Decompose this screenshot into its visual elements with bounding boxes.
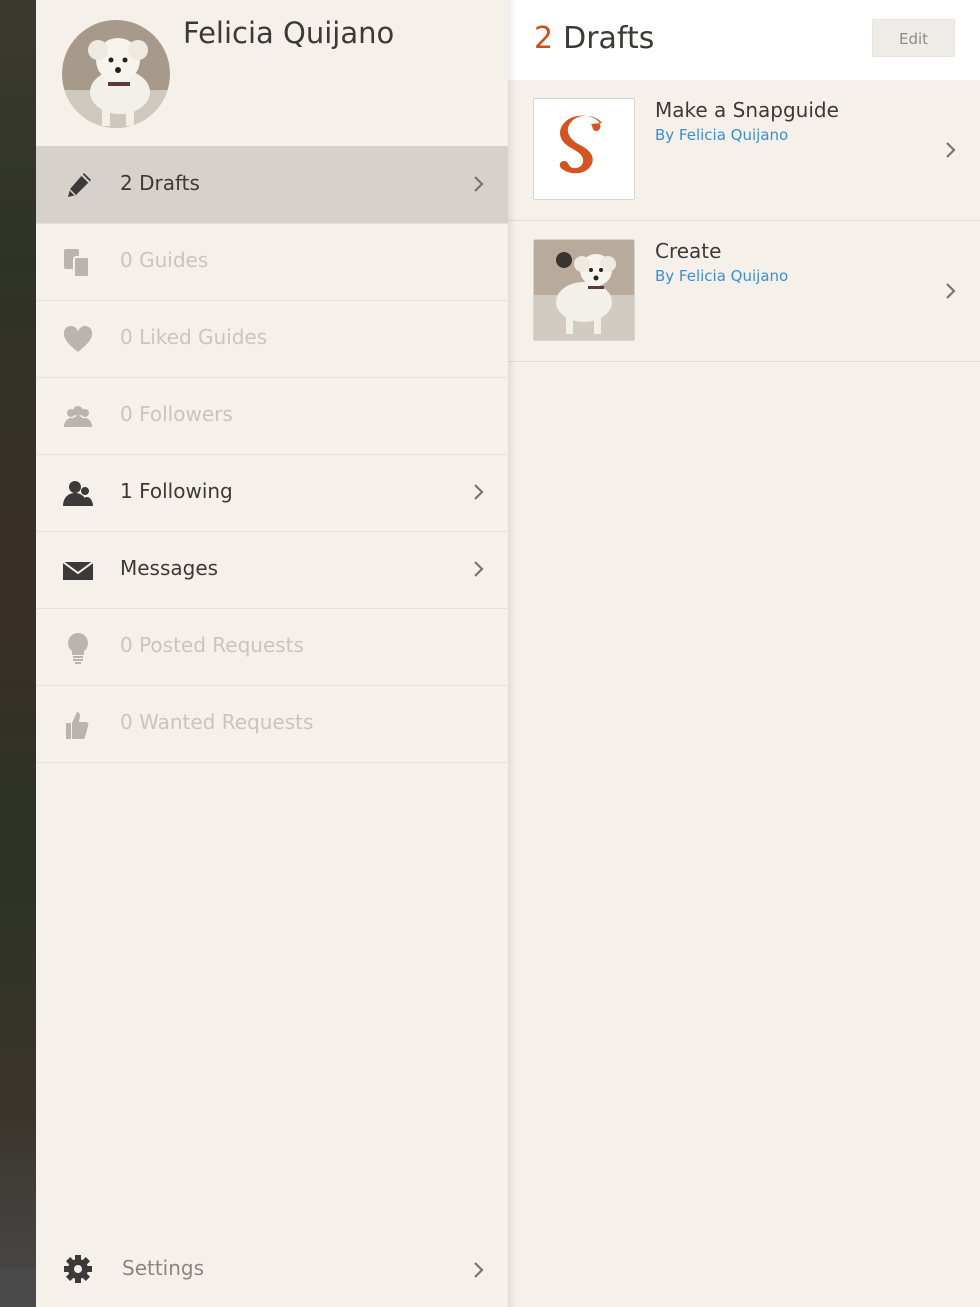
background-photo-strip xyxy=(0,0,36,1307)
profile-name: Felicia Quijano xyxy=(183,16,395,50)
sidebar-item-followers[interactable]: 0 Followers xyxy=(36,377,508,454)
sidebar-item-settings[interactable]: Settings xyxy=(36,1231,508,1307)
guides-icon xyxy=(62,247,94,279)
thumbs-up-icon xyxy=(62,709,94,741)
draft-item[interactable]: Make a Snapguide By Felicia Quijano xyxy=(508,80,980,221)
profile-sidebar: Felicia Quijano 2 Drafts 0 Guides 0 Like… xyxy=(36,0,508,1307)
drafts-panel: 2 Drafts Edit Make a Snapguide By Felicia… xyxy=(508,0,980,1307)
sidebar-item-label: 2 Drafts xyxy=(120,171,200,195)
followers-icon xyxy=(62,401,94,433)
sidebar-item-wanted-requests[interactable]: 0 Wanted Requests xyxy=(36,685,508,762)
drafts-count: 2 xyxy=(534,21,554,56)
draft-title: Make a Snapguide xyxy=(655,98,839,122)
draft-item[interactable]: Create By Felicia Quijano xyxy=(508,221,980,362)
settings-label: Settings xyxy=(122,1256,205,1280)
drafts-header: 2 Drafts Edit xyxy=(508,0,980,80)
chevron-right-icon xyxy=(474,484,484,500)
draft-title: Create xyxy=(655,239,722,263)
heart-icon xyxy=(62,324,94,356)
sidebar-item-messages[interactable]: Messages xyxy=(36,531,508,608)
panel-divider-shadow xyxy=(508,0,516,1307)
dog-photo-thumbnail xyxy=(533,239,635,341)
sidebar-item-following[interactable]: 1 Following xyxy=(36,454,508,531)
page-title: 2 Drafts xyxy=(534,21,654,56)
snapguide-logo-thumbnail xyxy=(533,98,635,200)
chevron-right-icon xyxy=(946,283,956,299)
gear-icon xyxy=(62,1253,94,1285)
chevron-right-icon xyxy=(474,561,484,577)
draft-author-link[interactable]: By Felicia Quijano xyxy=(655,126,788,144)
pencil-icon xyxy=(62,170,94,202)
sidebar-item-label: Messages xyxy=(120,556,219,580)
sidebar-item-label: 0 Guides xyxy=(120,248,209,272)
sidebar-item-label: 0 Liked Guides xyxy=(120,325,268,349)
edit-button[interactable]: Edit xyxy=(872,19,955,57)
sidebar-item-label: 0 Wanted Requests xyxy=(120,710,314,734)
sidebar-item-label: 0 Followers xyxy=(120,402,233,426)
sidebar-item-posted-requests[interactable]: 0 Posted Requests xyxy=(36,608,508,685)
lightbulb-icon xyxy=(62,632,94,664)
drafts-title: Drafts xyxy=(563,21,655,56)
sidebar-item-liked-guides[interactable]: 0 Liked Guides xyxy=(36,300,508,377)
chevron-right-icon xyxy=(946,142,956,158)
profile-header: Felicia Quijano xyxy=(36,0,508,146)
sidebar-item-drafts[interactable]: 2 Drafts xyxy=(36,146,508,223)
envelope-icon xyxy=(62,555,94,587)
sidebar-item-label: 0 Posted Requests xyxy=(120,633,304,657)
sidebar-item-label: 1 Following xyxy=(120,479,233,503)
following-icon xyxy=(62,478,94,510)
sidebar-item-guides[interactable]: 0 Guides xyxy=(36,223,508,300)
chevron-right-icon xyxy=(474,176,484,192)
draft-author-link[interactable]: By Felicia Quijano xyxy=(655,267,788,285)
avatar[interactable] xyxy=(62,20,170,128)
chevron-right-icon xyxy=(474,1262,484,1278)
